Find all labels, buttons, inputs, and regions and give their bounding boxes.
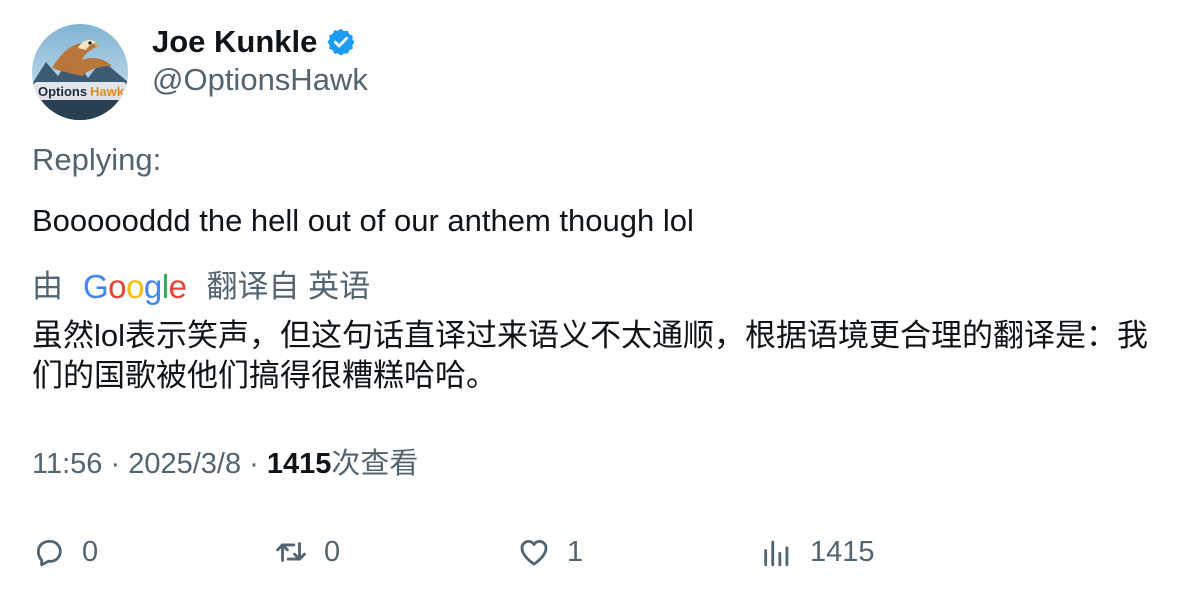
like-button[interactable]: 1 — [517, 532, 583, 572]
views-action-count: 1415 — [810, 535, 875, 568]
tweet-time[interactable]: 11:56 — [32, 448, 102, 480]
views-button[interactable]: 1415 — [760, 532, 875, 572]
meta-separator: · — [102, 448, 129, 480]
translation-attribution[interactable]: 由 Google 翻译自 英语 — [32, 268, 370, 306]
retweet-button[interactable]: 0 — [274, 532, 340, 572]
google-logo: Google — [83, 268, 187, 305]
views-count: 1415 — [266, 448, 332, 480]
reply-icon — [36, 539, 62, 567]
views-label: 次查看 — [331, 448, 419, 480]
verified-badge-icon — [327, 28, 356, 56]
translated-text: 虽然lol表示笑声，但这句话直译过来语义不太通顺，根据语境更合理的翻译是：我们的… — [32, 318, 1149, 393]
retweet-icon — [276, 542, 306, 562]
retweet-count: 0 — [324, 535, 341, 568]
translation-from-label: 翻译自 英语 — [206, 269, 371, 304]
svg-text:Options: Options — [38, 84, 87, 99]
reply-count: 0 — [82, 535, 99, 568]
analytics-icon — [764, 540, 789, 567]
replying-label: Replying: — [32, 142, 162, 177]
tweet-text: Boooooddd the hell out of our anthem tho… — [32, 203, 694, 238]
reply-button[interactable]: 0 — [32, 532, 98, 572]
heart-icon — [520, 539, 548, 566]
avatar[interactable]: Options Hawk — [32, 24, 128, 120]
tweet-meta: 11:56 · 2025/3/8 · 1415次查看 — [32, 446, 418, 482]
author-handle[interactable]: @OptionsHawk — [152, 62, 368, 98]
svg-text:Hawk: Hawk — [90, 84, 125, 99]
avatar-image: Options Hawk — [32, 24, 128, 120]
author-name-text: Joe Kunkle — [152, 24, 318, 59]
like-count: 1 — [567, 535, 584, 568]
translation-by-label: 由 — [32, 269, 63, 304]
tweet-date[interactable]: 2025/3/8 — [128, 448, 241, 480]
meta-separator: · — [241, 448, 267, 480]
author-display-name[interactable]: Joe Kunkle — [152, 24, 356, 60]
